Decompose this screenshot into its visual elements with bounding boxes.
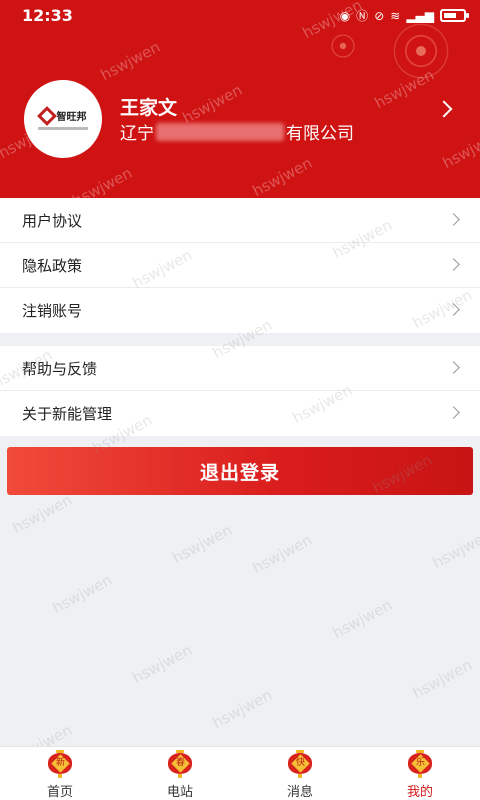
- lantern-icon: 乐: [408, 750, 432, 778]
- lantern-icon: 春: [168, 750, 192, 778]
- firework-decoration: [325, 28, 361, 64]
- chevron-right-icon: [447, 303, 460, 316]
- watermark: hswjwen: [249, 153, 316, 198]
- eye-icon: ◉: [339, 8, 351, 23]
- lantern-badge: 快: [295, 757, 305, 768]
- mute-icon: ⊘: [374, 8, 385, 23]
- tab-stations[interactable]: 春 电站: [120, 747, 240, 800]
- chevron-right-icon: [447, 361, 460, 374]
- lantern-badge: 新: [55, 757, 65, 768]
- chevron-right-icon[interactable]: [435, 100, 453, 118]
- logout-button[interactable]: 退出登录: [7, 447, 473, 495]
- tab-home[interactable]: 新 首页: [0, 747, 120, 800]
- tab-mine[interactable]: 乐 我的: [360, 747, 480, 800]
- menu-group-support: 帮助与反馈 关于新能管理: [0, 346, 480, 436]
- tab-label: 消息: [286, 785, 313, 800]
- battery-icon: [440, 9, 469, 22]
- signal-icon: ▂▄▆: [406, 8, 434, 23]
- lantern-badge: 春: [175, 757, 185, 768]
- company-logo: 智旺邦: [36, 105, 87, 126]
- status-bar: 12:33 ◉ Ⓝ ⊘ ≋ ▂▄▆: [0, 0, 480, 30]
- logo-subtitle: [38, 127, 88, 130]
- menu-item-help-feedback[interactable]: 帮助与反馈: [0, 346, 480, 391]
- status-time: 12:33: [22, 6, 73, 25]
- watermark: hswjwen: [409, 655, 476, 703]
- lantern-badge: 乐: [415, 757, 425, 768]
- profile-header: 12:33 ◉ Ⓝ ⊘ ≋ ▂▄▆ hswjwen hswjwen hswjwe…: [0, 0, 480, 198]
- chevron-right-icon: [447, 406, 460, 419]
- watermark: hswjwen: [329, 595, 396, 643]
- logo-diamond-icon: [36, 105, 57, 126]
- logo-text: 智旺邦: [56, 112, 87, 123]
- menu-item-about[interactable]: 关于新能管理: [0, 391, 480, 436]
- menu-item-label: 帮助与反馈: [22, 360, 98, 378]
- menu-item-label: 注销账号: [22, 302, 83, 320]
- status-icons: ◉ Ⓝ ⊘ ≋ ▂▄▆: [339, 7, 469, 24]
- tab-messages[interactable]: 快 消息: [240, 747, 360, 800]
- redacted-text: [156, 122, 284, 141]
- company-avatar[interactable]: 智旺邦: [24, 80, 102, 158]
- menu-item-privacy-policy[interactable]: 隐私政策: [0, 243, 480, 288]
- watermark: hswjwen: [429, 525, 480, 573]
- bottom-tab-bar: 新 首页 春 电站 快 消息 乐 我的: [0, 746, 480, 800]
- watermark: hswjwen: [97, 37, 164, 85]
- watermark: hswjwen: [69, 163, 136, 198]
- watermark: hswjwen: [209, 685, 276, 733]
- watermark: hswjwen: [169, 520, 236, 568]
- lantern-icon: 快: [288, 750, 312, 778]
- menu-item-label: 用户协议: [22, 212, 83, 230]
- watermark: hswjwen: [129, 640, 196, 688]
- lantern-icon: 新: [48, 750, 72, 778]
- menu-group-legal: 用户协议 隐私政策 注销账号: [0, 198, 480, 333]
- company-prefix: 辽宁: [120, 124, 154, 144]
- watermark: hswjwen: [49, 570, 116, 618]
- tab-label: 电站: [166, 785, 193, 800]
- watermark: hswjwen: [249, 530, 316, 578]
- menu-item-label: 隐私政策: [22, 257, 83, 275]
- watermark: hswjwen: [439, 125, 480, 173]
- menu-item-label: 关于新能管理: [22, 405, 113, 423]
- company-suffix: 有限公司: [286, 124, 354, 144]
- nfc-icon: Ⓝ: [356, 9, 369, 23]
- user-name: 王家文: [120, 97, 178, 119]
- company-name: 辽宁 有限公司: [120, 119, 354, 144]
- tab-label: 我的: [406, 785, 433, 800]
- chevron-right-icon: [447, 213, 460, 226]
- menu-item-user-agreement[interactable]: 用户协议: [0, 198, 480, 243]
- watermark: hswjwen: [9, 490, 76, 538]
- menu-item-delete-account[interactable]: 注销账号: [0, 288, 480, 333]
- wifi-icon: ≋: [390, 8, 401, 23]
- tab-label: 首页: [46, 785, 73, 800]
- chevron-right-icon: [447, 258, 460, 271]
